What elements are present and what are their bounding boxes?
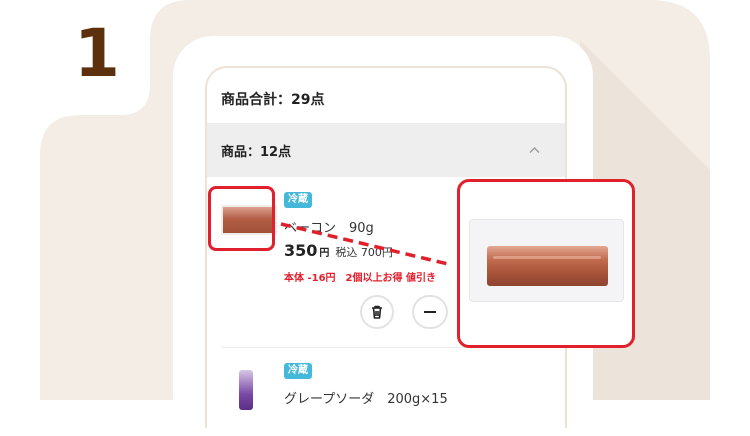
trash-icon [372,305,382,319]
chevron-up-icon[interactable] [529,145,540,156]
product-package [469,219,624,302]
cart-total-row: 商品合計：29点 [207,68,565,123]
tax-included-price: 税込 700円 [335,246,393,259]
product-name[interactable]: グレープソーダ 200g×15 [284,388,448,407]
items-section-header[interactable]: 商品：12点 [207,123,565,177]
price-row: 350 円税込 700円 [284,241,393,260]
items-section-title: 商品：12点 [221,145,292,160]
cart-total-label: 商品合計：29点 [221,92,325,108]
price-currency: 円 [319,248,330,259]
thumbnail-highlight [208,186,275,251]
product-price: 350 [284,241,318,260]
delete-button[interactable] [360,295,394,329]
bacon-image [487,246,608,286]
step-number: 1 [74,15,120,92]
refrigerated-badge: 冷蔵 [284,363,312,379]
minus-icon [424,311,436,313]
refrigerated-badge: 冷蔵 [284,192,312,208]
product-name[interactable]: ベーコン 90g [284,217,374,236]
zoomed-product-image [457,179,635,348]
decrease-quantity-button[interactable] [412,295,448,329]
product-thumbnail[interactable] [239,370,253,410]
discount-note: 本体 -16円 2個以上お得 値引き [284,273,436,284]
